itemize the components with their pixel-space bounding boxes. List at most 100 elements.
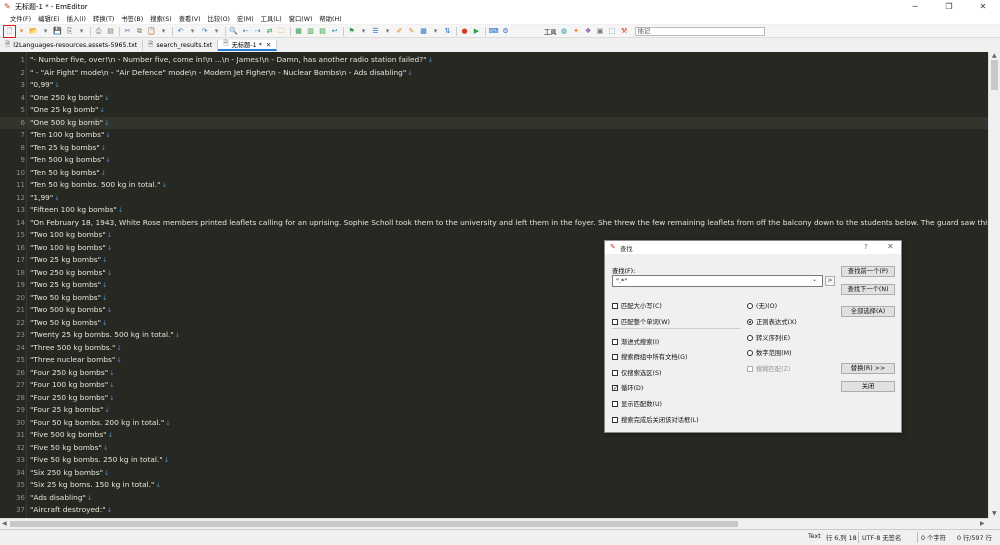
search-all-docs-checkbox[interactable]: 搜索群组中所有文档(G) [612, 352, 687, 361]
horizontal-scroll-thumb[interactable] [10, 521, 738, 527]
editor-line[interactable]: 7 "Ten 100 kg bombs"↓ [0, 129, 988, 142]
show-match-count-checkbox[interactable]: 显示匹配数(U) [612, 399, 662, 408]
print-preview-icon[interactable]: ▤ [105, 26, 116, 37]
editor-line[interactable]: 4 "One 250 kg bomb"↓ [0, 92, 988, 105]
open-file-icon[interactable]: 📂 [28, 26, 39, 37]
toolbar-search-input[interactable]: 插记 [634, 26, 765, 36]
record-macro-icon[interactable]: ● [459, 26, 470, 37]
redo-dropdown-icon[interactable]: ▾ [211, 26, 222, 37]
undo-dropdown-icon[interactable]: ▾ [187, 26, 198, 37]
help-icon[interactable]: ? [864, 243, 868, 251]
menu-view[interactable]: 查看(V) [179, 14, 201, 23]
menu-help[interactable]: 帮助(H) [319, 14, 341, 23]
replace-expand-button[interactable]: 替换(R) >> [841, 363, 895, 374]
explorer-icon[interactable]: ⚒ [619, 26, 630, 37]
editor-line[interactable]: 13 "Fifteen 100 kg bombs"↓ [0, 204, 988, 217]
columns-icon[interactable]: ▦ [418, 26, 429, 37]
match-whole-word-checkbox[interactable]: 匹配整个单词(W) [612, 317, 670, 326]
globe-icon[interactable]: ◍ [559, 26, 570, 37]
snippets-icon[interactable]: ❖ [583, 26, 594, 37]
web-preview-icon[interactable]: ⬚ [607, 26, 618, 37]
word-wrap-icon[interactable]: ↩ [329, 26, 340, 37]
close-tab-icon[interactable]: ✕ [266, 41, 271, 49]
editor-line[interactable]: 33 "Five 50 kg bombs. 250 kg in total."↓ [0, 454, 988, 467]
match-case-checkbox[interactable]: 匹配大小写(C) [612, 301, 662, 310]
editor-line[interactable]: 35 "Six 25 kg boms. 150 kg in total."↓ [0, 479, 988, 492]
menu-bookmarks[interactable]: 书签(B) [121, 14, 143, 23]
outline-icon[interactable]: ☰ [370, 26, 381, 37]
editor-line[interactable]: 5 "One 25 kg bomb"↓ [0, 104, 988, 117]
wrap-around-checkbox[interactable]: ✓ 循环(D) [612, 383, 643, 392]
status-mode[interactable]: Text [808, 533, 821, 540]
find-input[interactable]: ".*" [612, 275, 823, 287]
customize-icon[interactable]: ⚙ [500, 26, 511, 37]
status-encoding[interactable]: UTF-8 无签名 [862, 533, 901, 542]
chevron-down-icon[interactable]: ⌄ [812, 276, 817, 283]
plugin-icon[interactable]: ✦ [571, 26, 582, 37]
tab-l2languages[interactable]: 🗎 l2Languages-resources.assets-5965.txt [0, 40, 144, 51]
editor-line[interactable]: 14 "On February 18, 1943, White Rose memb… [0, 217, 988, 230]
editor-line[interactable]: 36 "Ads disabling"↓ [0, 492, 988, 505]
scroll-down-icon[interactable]: ▼ [992, 510, 997, 517]
editor-line[interactable]: 34 "Six 250 kg bombs"↓ [0, 467, 988, 480]
save-all-icon[interactable]: ⎘ [64, 26, 75, 37]
highlight-icon[interactable]: ✐ [394, 26, 405, 37]
replace-icon[interactable]: ⇄ [264, 26, 275, 37]
none-radio[interactable]: (无)(O) [747, 301, 777, 310]
paste-dropdown-icon[interactable]: ▾ [158, 26, 169, 37]
find-prev-icon[interactable]: ⇠ [240, 26, 251, 37]
editor-line[interactable]: 11 "Ten 50 kg bombs. 500 kg in total."↓ [0, 179, 988, 192]
status-position[interactable]: 行 6,列 18 [826, 533, 857, 542]
save-dropdown-icon[interactable]: ▾ [76, 26, 87, 37]
save-icon[interactable]: 💾 [52, 26, 63, 37]
vertical-scroll-thumb[interactable] [991, 60, 998, 90]
find-next-button[interactable]: 查找下一个(N) [841, 284, 895, 295]
editor-line[interactable]: 12 "1,99"↓ [0, 192, 988, 205]
escape-sequence-radio[interactable]: 转义序列(E) [747, 333, 790, 342]
editor-line[interactable]: 32 "Five 50 kg bombs"↓ [0, 442, 988, 455]
keyboard-map-icon[interactable]: ⌨ [488, 26, 499, 37]
editor-line[interactable]: 3 "0,99"↓ [0, 79, 988, 92]
scroll-up-icon[interactable]: ▲ [992, 52, 997, 59]
editor-line[interactable]: 37 "Aircraft destroyed:"↓ [0, 504, 988, 517]
regex-menu-button[interactable]: > [825, 276, 835, 286]
split-horizontal-icon[interactable]: ▤ [317, 26, 328, 37]
editor-line[interactable]: 8 "Ten 25 kg bombs"↓ [0, 142, 988, 155]
bookmark-dropdown-icon[interactable]: ▾ [358, 26, 369, 37]
console-icon[interactable]: ▣ [595, 26, 606, 37]
sort-icon[interactable]: ⇅ [442, 26, 453, 37]
split-vertical-icon[interactable]: ▥ [305, 26, 316, 37]
editor-line[interactable]: 10 "Ten 50 kg bombs"↓ [0, 167, 988, 180]
open-dropdown-icon[interactable]: ▾ [40, 26, 51, 37]
find-in-files-icon[interactable]: 🗀 [276, 26, 287, 37]
run-macro-icon[interactable]: ▶ [471, 26, 482, 37]
menu-compare[interactable]: 比较(O) [208, 14, 230, 23]
menu-tools[interactable]: 工具(L) [261, 14, 282, 23]
tab-untitled[interactable]: 🗎 无标题-1 * ✕ [218, 39, 278, 51]
outline-dropdown-icon[interactable]: ▾ [382, 26, 393, 37]
new-file-icon[interactable]: 🗋 [3, 24, 16, 38]
new-dropdown-icon[interactable]: ▾ [16, 26, 27, 37]
undo-icon[interactable]: ↶ [175, 26, 186, 37]
menu-window[interactable]: 窗口(W) [289, 14, 313, 23]
incremental-search-checkbox[interactable]: 渐进式搜索(I) [612, 337, 659, 346]
close-button[interactable]: 关闭 [841, 381, 895, 392]
find-previous-button[interactable]: 查找前一个(P) [841, 266, 895, 277]
vertical-scrollbar[interactable]: ▲ ▼ [988, 52, 1000, 518]
editor-line[interactable]: 1 "- Number five, over!\n - Number five, … [0, 54, 988, 67]
bookmark-icon[interactable]: ⚑ [346, 26, 357, 37]
minimize-button[interactable]: ─ [898, 0, 932, 13]
print-icon[interactable]: ⎙ [93, 26, 104, 37]
menu-convert[interactable]: 转换(T) [93, 14, 114, 23]
regex-radio[interactable]: 正则表达式(X) [747, 317, 797, 326]
redo-icon[interactable]: ↷ [199, 26, 210, 37]
split-view-icon[interactable]: ▦ [293, 26, 304, 37]
columns-dropdown-icon[interactable]: ▾ [430, 26, 441, 37]
close-icon[interactable]: ✕ [887, 242, 894, 251]
close-after-search-checkbox[interactable]: 搜索完成后关闭该对话框(L) [612, 415, 699, 424]
select-all-button[interactable]: 全部选择(A) [841, 306, 895, 317]
selection-only-checkbox[interactable]: 仅搜索选区(S) [612, 368, 661, 377]
menu-edit[interactable]: 编辑(E) [38, 14, 60, 23]
tab-search-results[interactable]: 🗎 search_results.txt [143, 40, 219, 51]
scroll-left-icon[interactable]: ◀ [2, 520, 7, 527]
